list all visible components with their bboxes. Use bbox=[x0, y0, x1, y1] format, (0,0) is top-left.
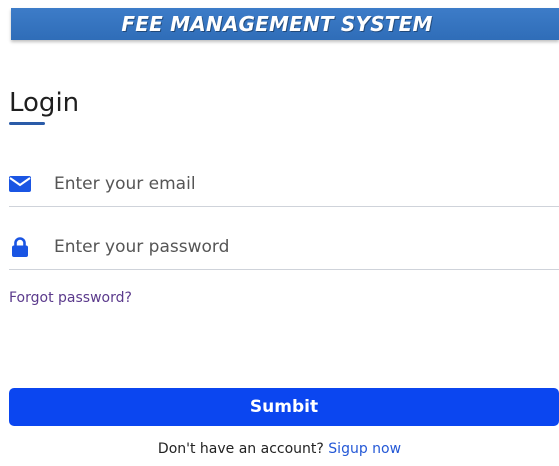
password-field-row bbox=[9, 225, 559, 270]
lock-icon bbox=[9, 236, 31, 258]
email-input[interactable] bbox=[54, 174, 514, 194]
login-page: FEE MANAGEMENT SYSTEM Login Forgot passw… bbox=[0, 0, 559, 466]
submit-button[interactable]: Sumbit bbox=[9, 388, 559, 426]
forgot-password-link[interactable]: Forgot password? bbox=[9, 290, 132, 306]
login-heading: Login bbox=[9, 88, 80, 118]
app-title: FEE MANAGEMENT SYSTEM bbox=[121, 12, 433, 36]
signup-link[interactable]: Sigup now bbox=[328, 441, 401, 457]
signup-row: Don't have an account? Sigup now bbox=[0, 441, 559, 457]
signup-prompt: Don't have an account? bbox=[157, 441, 324, 457]
header-banner: FEE MANAGEMENT SYSTEM bbox=[11, 8, 559, 40]
email-field-row bbox=[9, 162, 559, 207]
heading-underline bbox=[9, 122, 45, 125]
password-input[interactable] bbox=[54, 237, 514, 257]
envelope-icon bbox=[9, 173, 31, 195]
